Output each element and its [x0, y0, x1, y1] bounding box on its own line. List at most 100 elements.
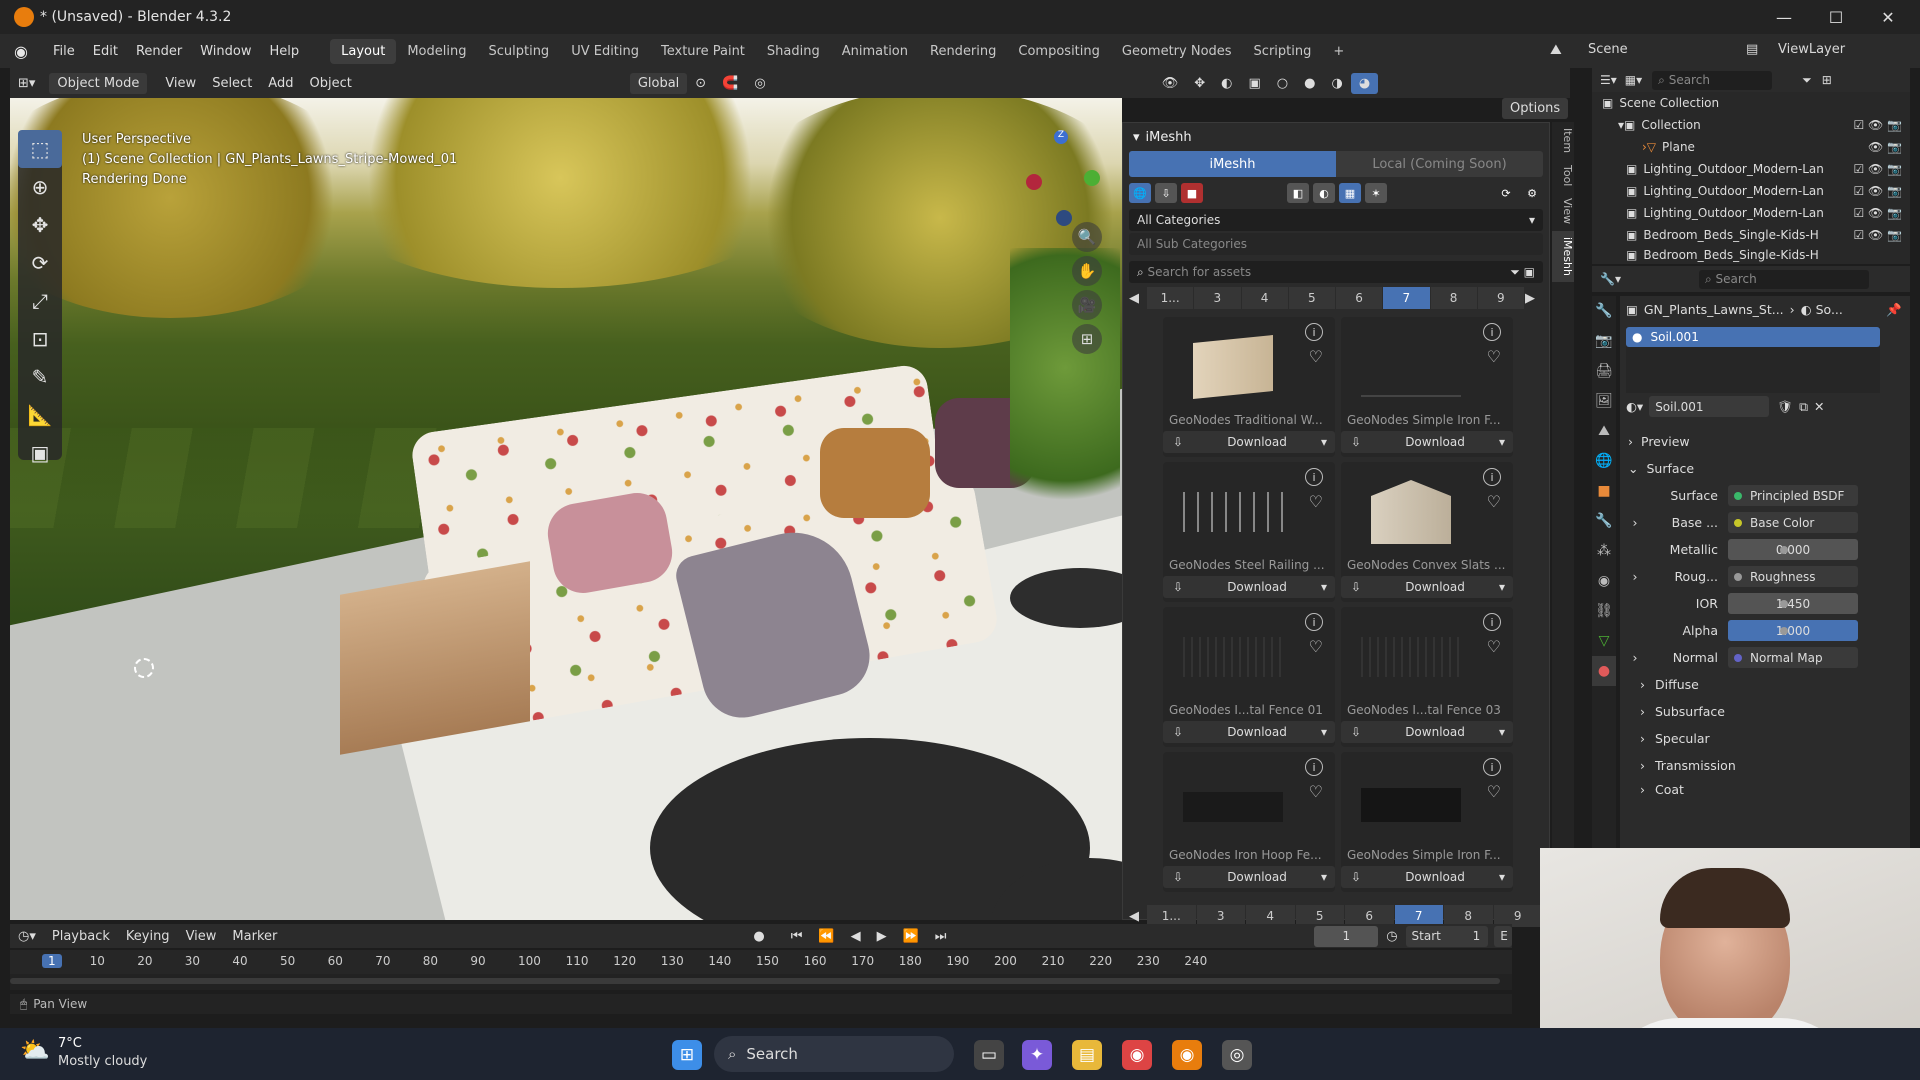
info-icon[interactable]: i: [1483, 323, 1501, 341]
asset-thumbnail[interactable]: [1361, 788, 1461, 822]
outliner-search[interactable]: ⌕ Search: [1652, 70, 1773, 90]
tab-imeshh[interactable]: iMeshh: [1552, 230, 1574, 282]
chrome-icon[interactable]: ◉: [1122, 1040, 1152, 1070]
add-menu[interactable]: Add: [260, 73, 301, 94]
asset-thumbnail[interactable]: [1183, 492, 1283, 532]
page-button[interactable]: 8: [1430, 287, 1477, 309]
tab-imeshh[interactable]: iMeshh: [1129, 151, 1336, 177]
weather-icon[interactable]: ⛅: [20, 1036, 50, 1064]
modifier-tab-icon[interactable]: 🔧: [1592, 506, 1616, 536]
render-tab-icon[interactable]: 📷: [1592, 326, 1616, 356]
download-button[interactable]: ⇩ Download ▾: [1341, 721, 1513, 743]
tab-layout[interactable]: Layout: [330, 38, 397, 64]
properties-search[interactable]: ⌕ Search: [1698, 269, 1869, 289]
annotate-tool-icon[interactable]: ✎: [18, 358, 62, 396]
property-value-field[interactable]: 0.000: [1728, 539, 1858, 560]
heart-icon[interactable]: ♡: [1487, 637, 1501, 656]
tab-rendering[interactable]: Rendering: [919, 39, 1007, 64]
windows-start-icon[interactable]: ⊞: [672, 1040, 702, 1070]
neg-z-axis-icon[interactable]: [1056, 210, 1072, 226]
next-page-icon[interactable]: ▶: [1525, 291, 1543, 306]
pivot-icon[interactable]: ⊙: [687, 73, 714, 94]
imeshh-panel-title[interactable]: ▾ iMeshh: [1123, 123, 1549, 151]
download-button[interactable]: ⇩ Download ▾: [1341, 576, 1513, 598]
data-tab-icon[interactable]: ▽: [1592, 626, 1616, 656]
tool-tab-icon[interactable]: 🔧: [1592, 296, 1616, 326]
coat-section[interactable]: › Coat: [1620, 779, 1910, 799]
asset-card[interactable]: i ♡ GeoNodes Steel Railing ... ⇩ Download ▾: [1163, 462, 1335, 602]
chevron-down-icon[interactable]: ▾: [1321, 725, 1327, 739]
model-filter-icon[interactable]: ◧: [1287, 183, 1309, 203]
screen-recorder-icon[interactable]: ◎: [1222, 1040, 1252, 1070]
asset-thumbnail[interactable]: [1183, 637, 1283, 677]
outliner-row[interactable]: ▣ Lighting_Outdoor_Modern-Lan ☑ 👁 📷: [1592, 180, 1910, 202]
info-icon[interactable]: i: [1305, 758, 1323, 776]
prev-keyframe-icon[interactable]: ⏪: [810, 926, 842, 947]
preview-section-header[interactable]: › Preview: [1620, 428, 1910, 455]
shading-solid-icon[interactable]: ●: [1296, 73, 1323, 94]
gizmo-icon[interactable]: ✥: [1186, 73, 1213, 94]
timeline-scrollbar[interactable]: [10, 974, 1512, 990]
visibility-icons[interactable]: 👁 📷: [1868, 140, 1902, 154]
diffuse-section[interactable]: › Diffuse: [1620, 671, 1910, 698]
move-tool-icon[interactable]: ✥: [18, 206, 62, 244]
shading-rendered-icon[interactable]: ◕: [1350, 72, 1379, 94]
unlink-material-icon[interactable]: ✕: [1814, 399, 1824, 414]
tab-sculpting[interactable]: Sculpting: [477, 39, 560, 64]
tab-compositing[interactable]: Compositing: [1007, 39, 1111, 64]
chevron-down-icon[interactable]: ▾: [1321, 870, 1327, 884]
clock-icon[interactable]: ◷: [1378, 926, 1405, 947]
proportional-edit-icon[interactable]: ◎: [746, 73, 773, 94]
heart-icon[interactable]: ♡: [1487, 492, 1501, 511]
particles-tab-icon[interactable]: ⁂: [1592, 536, 1616, 566]
outliner-row[interactable]: ▣ Bedroom_Beds_Single-Kids-H: [1592, 246, 1910, 264]
page-button-selected[interactable]: 7: [1383, 287, 1430, 309]
page-button[interactable]: 3: [1194, 287, 1241, 309]
asset-card[interactable]: i ♡ GeoNodes I...tal Fence 01 ⇩ Download ▾: [1163, 607, 1335, 747]
globe-icon[interactable]: 🌐: [1129, 183, 1151, 203]
page-button[interactable]: 9: [1477, 287, 1524, 309]
surface-shader-field[interactable]: Principled BSDF: [1728, 485, 1858, 506]
expand-icon[interactable]: ›: [1620, 515, 1650, 530]
viewlayer-name[interactable]: ViewLayer: [1778, 42, 1845, 57]
auto-key-icon[interactable]: ●: [745, 926, 772, 947]
outliner-type-icon[interactable]: ☰▾: [1600, 73, 1617, 87]
menu-file[interactable]: File: [44, 44, 84, 59]
snap-icon[interactable]: 🧲: [714, 73, 746, 94]
asset-search-input[interactable]: ⌕ Search for assets ⏷ ▣: [1129, 261, 1543, 283]
expand-icon[interactable]: ›: [1620, 569, 1650, 584]
asset-thumbnail[interactable]: [1183, 792, 1283, 822]
select-menu[interactable]: Select: [204, 73, 260, 94]
outliner-row[interactable]: ▣ Scene Collection: [1592, 92, 1910, 114]
tab-shading[interactable]: Shading: [756, 39, 831, 64]
taskbar-search[interactable]: ⌕ Search: [714, 1036, 954, 1072]
marker-menu[interactable]: Marker: [224, 926, 285, 947]
asset-card[interactable]: i ♡ GeoNodes Traditional W... ⇩ Download ▾: [1163, 317, 1335, 457]
tab-local[interactable]: Local (Coming Soon): [1336, 151, 1543, 177]
page-button[interactable]: 1...: [1147, 287, 1194, 309]
info-icon[interactable]: i: [1483, 613, 1501, 631]
asset-card[interactable]: i ♡ GeoNodes I...tal Fence 03 ⇩ Download ▾: [1341, 607, 1513, 747]
weather-condition[interactable]: Mostly cloudy: [58, 1054, 147, 1069]
property-value-field[interactable]: 1.450: [1728, 593, 1858, 614]
expand-icon[interactable]: ›: [1620, 650, 1650, 665]
info-icon[interactable]: i: [1305, 613, 1323, 631]
favorite-icon[interactable]: ■: [1181, 183, 1203, 203]
tab-modeling[interactable]: Modeling: [396, 39, 477, 64]
object-tab-icon[interactable]: ■: [1592, 476, 1616, 506]
download-button[interactable]: ⇩ Download ▾: [1163, 431, 1335, 453]
visibility-icons[interactable]: ☑ 👁 📷: [1853, 206, 1902, 220]
hdri-filter-icon[interactable]: ✶: [1365, 183, 1387, 203]
download-button[interactable]: ⇩ Download ▾: [1163, 721, 1335, 743]
object-mode-dropdown[interactable]: Object Mode: [49, 72, 148, 94]
playback-menu[interactable]: Playback: [44, 926, 118, 947]
ortho-grid-icon[interactable]: ⊞: [1072, 324, 1102, 354]
refresh-icon[interactable]: ⟳: [1495, 183, 1517, 203]
subsurface-section[interactable]: › Subsurface: [1620, 698, 1910, 725]
constraints-tab-icon[interactable]: ⛓: [1592, 596, 1616, 626]
navigation-gizmo[interactable]: Z: [1020, 130, 1110, 230]
pan-hand-icon[interactable]: ✋: [1072, 256, 1102, 286]
rotate-tool-icon[interactable]: ⟳: [18, 244, 62, 282]
prev-page-icon[interactable]: ◀: [1129, 909, 1147, 924]
start-frame-field[interactable]: Start 1: [1405, 925, 1489, 947]
